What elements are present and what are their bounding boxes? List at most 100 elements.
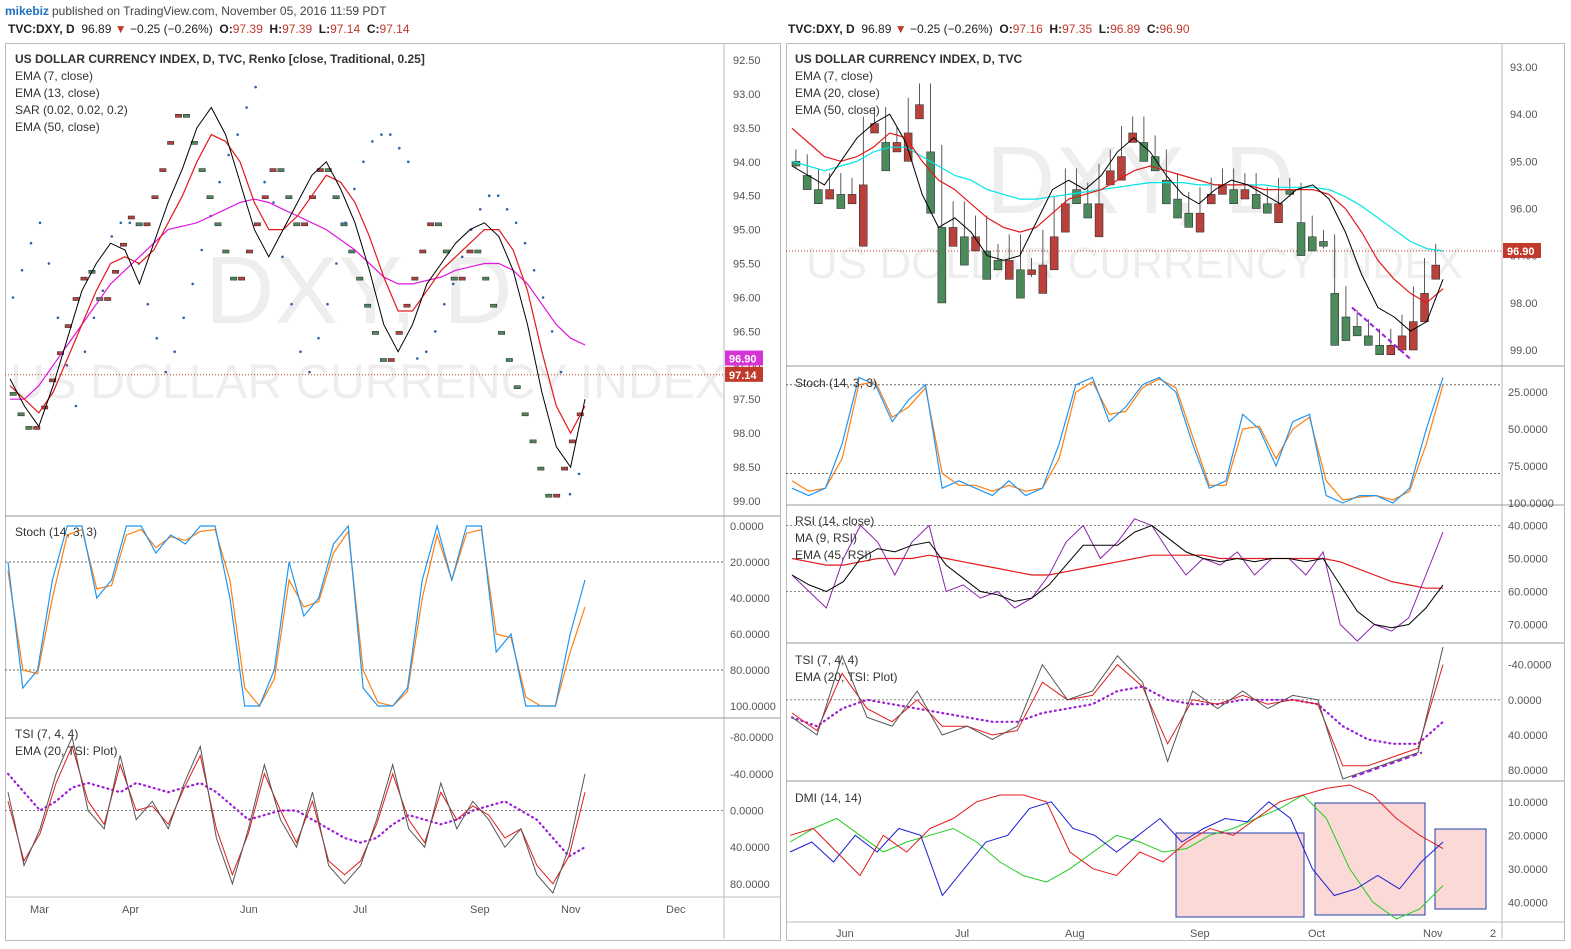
month-label: Jul — [955, 928, 969, 940]
right-dmi-title[interactable]: DMI (14, 14) — [795, 790, 862, 807]
renko-brick — [253, 222, 261, 227]
month-label: Jul — [353, 904, 367, 916]
sar-dot — [362, 160, 365, 164]
candle-body — [814, 189, 823, 205]
sar-dot — [568, 492, 572, 496]
price-tick: 94.50 — [733, 191, 761, 203]
sar-dot — [317, 336, 320, 340]
sar-dot — [11, 296, 15, 299]
right-symbol-line: TVC:DXY, D 96.89 ▼ −0.25 (−0.26%) O:97.1… — [788, 22, 1190, 36]
renko-brick — [143, 222, 151, 227]
left-study-ema13[interactable]: EMA (13, close) — [15, 85, 425, 102]
price-tag-label: 97.14 — [729, 370, 757, 382]
left-close: 97.14 — [379, 22, 410, 36]
left-symbol: TVC:DXY, D — [8, 22, 75, 36]
right-tsi-title[interactable]: TSI (7, 4, 4) — [795, 652, 897, 669]
candle-body — [825, 189, 834, 200]
renko-brick — [112, 270, 120, 274]
sar-dot — [38, 221, 42, 225]
left-study-ema50[interactable]: EMA (50, close) — [15, 119, 425, 136]
renko-brick — [214, 222, 222, 227]
sar-dot — [451, 282, 455, 286]
sar-dot — [47, 262, 51, 265]
sar-dot — [155, 336, 159, 340]
right-tsi-ema-title[interactable]: EMA (20, TSI: Plot) — [795, 669, 897, 686]
tsi-ema-line — [7, 744, 586, 885]
candle-body — [1184, 212, 1193, 228]
month-label: Aug — [1065, 928, 1085, 940]
publisher-username[interactable]: mikebiz — [5, 4, 49, 18]
left-study-sar[interactable]: SAR (0.02, 0.02, 0.2) — [15, 102, 425, 119]
renko-brick — [379, 358, 387, 362]
left-chart-title: US DOLLAR CURRENCY INDEX, D, TVC, Renko … — [15, 52, 425, 66]
candle-body — [836, 194, 846, 209]
sar-dot — [182, 316, 185, 320]
right-study-ema20[interactable]: EMA (20, close) — [795, 85, 1022, 102]
right-low: 96.89 — [1110, 22, 1141, 36]
price-tick: 97.50 — [733, 394, 761, 406]
right-rsi-title[interactable]: RSI (14, close) — [795, 513, 874, 530]
left-tsi-ema-title[interactable]: EMA (20, TSI: Plot) — [15, 743, 117, 760]
sar-dot — [74, 404, 78, 408]
right-chart-title: US DOLLAR CURRENCY INDEX, D, TVC — [795, 52, 1023, 66]
sar-dot — [434, 330, 437, 333]
renko-brick — [80, 276, 88, 281]
tsi-line — [7, 735, 586, 894]
right-stoch-title[interactable]: Stoch (14, 3, 3) — [795, 375, 877, 392]
tsi-tick: 40.0000 — [1508, 730, 1548, 742]
renko-brick — [293, 222, 301, 227]
sar-dot — [164, 370, 167, 374]
month-label: Dec — [666, 904, 686, 916]
candle-body — [1408, 321, 1418, 351]
candle-body — [1094, 203, 1104, 238]
candle-body — [1061, 203, 1070, 233]
candle-body — [1274, 203, 1283, 224]
left-chart[interactable]: DXY, DUS DOLLAR CURRENCY INDEX99.0098.50… — [5, 43, 780, 940]
tsi-signal-line — [6, 772, 587, 858]
tsi-tick: 0.0000 — [730, 806, 764, 818]
candle-body — [1431, 264, 1440, 280]
tsi-tick: 80.0000 — [1508, 765, 1548, 777]
renko-brick — [513, 385, 521, 390]
price-tick: 93.00 — [1510, 62, 1538, 74]
stoch-d-line — [7, 528, 586, 708]
candle-body — [993, 260, 1003, 271]
candle-body — [960, 236, 969, 266]
left-tsi-title[interactable]: TSI (7, 4, 4) — [15, 726, 117, 743]
candle-body — [1330, 293, 1339, 346]
right-rsi-ema-title[interactable]: EMA (45, RSI) — [795, 547, 874, 564]
renko-brick — [246, 249, 253, 254]
left-main-legend: US DOLLAR CURRENCY INDEX, D, TVC, Renko … — [15, 51, 425, 136]
month-label: Apr — [122, 904, 139, 916]
dmi-tick: 20.0000 — [1508, 830, 1548, 842]
left-open: 97.39 — [232, 22, 263, 36]
right-rsi-ma-title[interactable]: MA (9, RSI) — [795, 530, 874, 547]
sar-dot — [505, 208, 509, 211]
left-low: 97.14 — [330, 22, 361, 36]
renko-brick — [545, 493, 553, 498]
right-study-ema7[interactable]: EMA (7, close) — [795, 68, 1022, 85]
renko-brick — [222, 249, 230, 254]
candle-body — [1027, 269, 1036, 275]
sar-dot — [191, 282, 194, 286]
price-tick: 95.50 — [733, 259, 761, 271]
rsi-tick: 70.0000 — [1508, 620, 1548, 632]
right-study-ema50[interactable]: EMA (50, close) — [795, 102, 1022, 119]
left-stoch-title[interactable]: Stoch (14, 3, 3) — [15, 524, 97, 541]
month-label: Jun — [836, 928, 854, 940]
candle-body — [847, 194, 857, 205]
sar-dot — [353, 187, 356, 191]
candle-body — [937, 227, 947, 304]
sar-dot — [101, 289, 105, 292]
sar-dot — [128, 221, 132, 225]
divergence-line — [1351, 751, 1423, 779]
renko-brick — [466, 249, 474, 254]
stoch-k-line — [7, 523, 586, 707]
price-tick: 98.00 — [1510, 298, 1538, 310]
publish-info: published on TradingView.com, November 0… — [52, 4, 387, 18]
right-chart[interactable]: DXY, DUS DOLLAR CURRENCY INDEX99.0098.00… — [786, 43, 1564, 940]
renko-brick — [301, 222, 308, 227]
price-tag-label: 96.90 — [729, 354, 757, 366]
left-study-ema7[interactable]: EMA (7, close) — [15, 68, 425, 85]
sar-dot — [416, 357, 419, 360]
